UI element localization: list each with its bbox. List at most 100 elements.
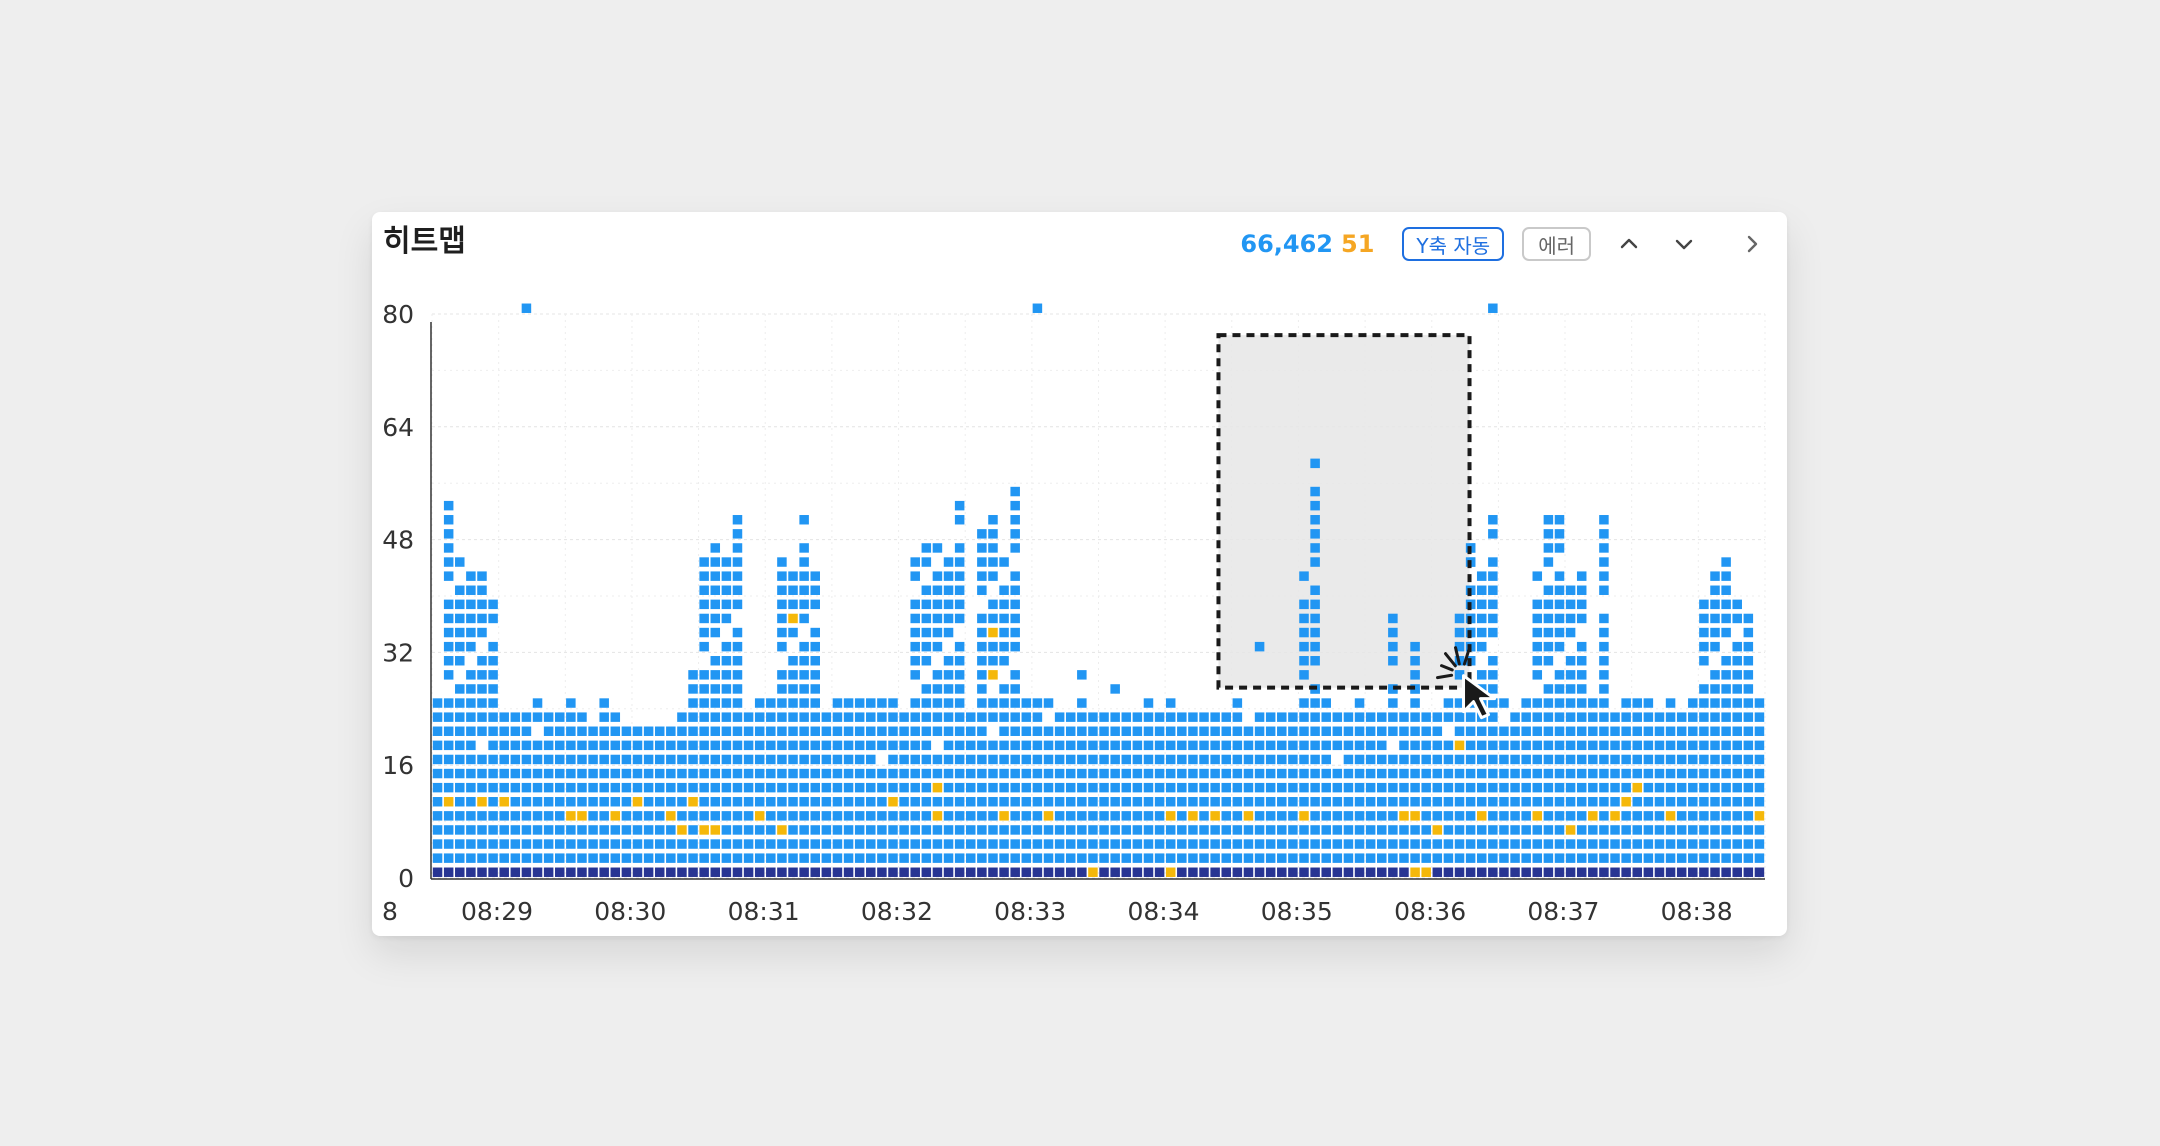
heatmap-cell bbox=[1043, 811, 1054, 821]
heatmap-cell bbox=[932, 853, 943, 863]
heatmap-cell bbox=[532, 782, 543, 793]
heatmap-cell bbox=[488, 740, 498, 751]
heatmap-cell bbox=[999, 768, 1009, 779]
heatmap-cell bbox=[988, 797, 998, 807]
heatmap-cell bbox=[1599, 585, 1609, 595]
heatmap-cell bbox=[1476, 585, 1487, 595]
heatmap-cell bbox=[643, 726, 654, 736]
heatmap-cell bbox=[799, 839, 809, 849]
heatmap-cell-base bbox=[1754, 867, 1765, 877]
heatmap-cell bbox=[743, 712, 754, 722]
heatmap-cell bbox=[1299, 712, 1309, 722]
heatmap-cell bbox=[1521, 839, 1531, 849]
heatmap-cell bbox=[888, 839, 898, 849]
heatmap-cell bbox=[766, 811, 776, 821]
heatmap-cell bbox=[1476, 740, 1487, 751]
heatmap-cell bbox=[810, 641, 820, 652]
heatmap-cell-outlier bbox=[1077, 670, 1087, 680]
heatmap-cell bbox=[432, 726, 443, 736]
heatmap-cell bbox=[1399, 853, 1409, 863]
heatmap-cell bbox=[977, 839, 987, 849]
heatmap-cell bbox=[854, 726, 865, 736]
heatmap-cell bbox=[1554, 839, 1565, 849]
heatmap-cell bbox=[477, 811, 487, 821]
heatmap-cell bbox=[1010, 486, 1020, 497]
heatmap-cell bbox=[1221, 740, 1231, 751]
heatmap-cell bbox=[1643, 797, 1654, 807]
heatmap-cell bbox=[1199, 740, 1209, 751]
heatmap-cell bbox=[1121, 797, 1132, 807]
heatmap-cell bbox=[1721, 726, 1731, 736]
heatmap-cell bbox=[921, 768, 932, 779]
heatmap-cell bbox=[1177, 811, 1187, 821]
heatmap-cell bbox=[888, 712, 898, 722]
heatmap-cell bbox=[732, 557, 743, 567]
heatmap-cell bbox=[1354, 853, 1365, 863]
heatmap-cell bbox=[1121, 825, 1132, 835]
heatmap-cell bbox=[466, 585, 476, 595]
heatmap-cell bbox=[599, 712, 609, 722]
heatmap-cell bbox=[1254, 782, 1265, 793]
heatmap-cell bbox=[1243, 726, 1254, 736]
heatmap-cell bbox=[1365, 839, 1376, 849]
heatmap-cell bbox=[1221, 754, 1231, 765]
heatmap-cell bbox=[643, 811, 654, 821]
heatmap-cell bbox=[466, 797, 476, 807]
heatmap-cell bbox=[1554, 529, 1565, 539]
heatmap-cell bbox=[1565, 797, 1576, 807]
heatmap-cell bbox=[1554, 627, 1565, 638]
heatmap-cell bbox=[1265, 726, 1276, 736]
heatmap-cell bbox=[710, 670, 721, 680]
heatmap-cell bbox=[1621, 740, 1631, 751]
heatmap-cell bbox=[1354, 726, 1365, 736]
heatmap-cell bbox=[966, 768, 976, 779]
heatmap-cell bbox=[854, 754, 865, 765]
heatmap-cell bbox=[910, 797, 920, 807]
heatmap-cell-base bbox=[1321, 867, 1331, 877]
heatmap-cell bbox=[1310, 726, 1320, 736]
heatmap-cell bbox=[1188, 726, 1198, 736]
heatmap-cell-base bbox=[1676, 867, 1687, 877]
heatmap-cell bbox=[1565, 698, 1576, 708]
heatmap-cell bbox=[1410, 797, 1420, 807]
heatmap-cell bbox=[1165, 740, 1176, 751]
heatmap-cell bbox=[599, 740, 609, 751]
heatmap-cell bbox=[1732, 740, 1742, 751]
heatmap-cell bbox=[1054, 726, 1065, 736]
heatmap-cell bbox=[443, 825, 454, 835]
heatmap-cell bbox=[1510, 712, 1520, 722]
heatmap-cell bbox=[1710, 641, 1720, 652]
heatmap-cell bbox=[810, 726, 820, 736]
heatmap-cell bbox=[1599, 853, 1609, 863]
heatmap-cell bbox=[1454, 797, 1465, 807]
heatmap-cell bbox=[1565, 670, 1576, 680]
heatmap-cell bbox=[1743, 656, 1754, 666]
heatmap-cell bbox=[777, 754, 787, 765]
heatmap-cell bbox=[1410, 853, 1420, 863]
heatmap-chart[interactable]: 016324864808 08:29 08:30 08:31 08:32 08:33 08:… bbox=[372, 212, 1787, 936]
heatmap-cell bbox=[1199, 825, 1209, 835]
heatmap-cell bbox=[1499, 726, 1509, 736]
heatmap-cell bbox=[1365, 811, 1376, 821]
heatmap-cell bbox=[1010, 811, 1020, 821]
heatmap-cell bbox=[1554, 515, 1565, 525]
heatmap-cell bbox=[1432, 797, 1443, 807]
heatmap-cell-base bbox=[877, 867, 887, 877]
heatmap-cell-base bbox=[532, 867, 543, 877]
heatmap-cell bbox=[932, 811, 943, 821]
heatmap-cell bbox=[732, 839, 743, 849]
heatmap-cell bbox=[1154, 754, 1165, 765]
heatmap-cell bbox=[1699, 797, 1709, 807]
heatmap-cell bbox=[1310, 458, 1320, 469]
heatmap-cell bbox=[1399, 712, 1409, 722]
heatmap-cell-base bbox=[799, 867, 809, 877]
heatmap-cell bbox=[710, 782, 721, 793]
heatmap-cell bbox=[1554, 698, 1565, 708]
heatmap-cell bbox=[488, 712, 498, 722]
heatmap-cell bbox=[977, 557, 987, 567]
heatmap-cell bbox=[799, 698, 809, 708]
heatmap-cell bbox=[777, 641, 787, 652]
heatmap-cell bbox=[866, 712, 876, 722]
heatmap-cell-base bbox=[777, 867, 787, 877]
heatmap-cell bbox=[1065, 782, 1076, 793]
